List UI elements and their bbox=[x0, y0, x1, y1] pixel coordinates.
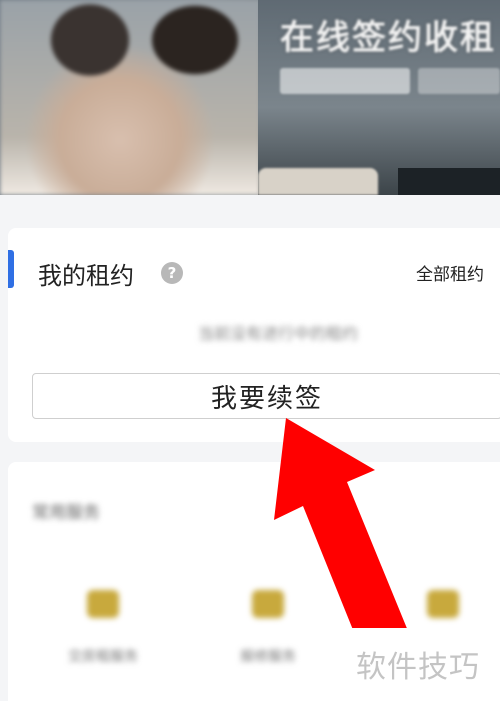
banner-photo bbox=[0, 0, 260, 195]
my-lease-card: 我的租约 ? 全部租约 当前没有进行中的租约 我要续签 bbox=[8, 228, 500, 442]
all-leases-link[interactable]: 全部租约 bbox=[416, 260, 484, 285]
question-circle-icon[interactable]: ? bbox=[161, 262, 183, 284]
section-accent-bar bbox=[8, 250, 14, 288]
service-label: 交房租服务 bbox=[68, 649, 138, 665]
banner-title: 在线签约收租 bbox=[280, 18, 496, 58]
my-lease-title: 我的租约 bbox=[38, 262, 134, 290]
watermark-text: 软件技巧 bbox=[356, 650, 480, 685]
renew-lease-button[interactable]: 我要续签 bbox=[32, 373, 500, 419]
service-label: 报修服务 bbox=[240, 649, 296, 665]
banner-subtitle bbox=[280, 68, 410, 94]
service-item[interactable]: 交房租服务 bbox=[58, 590, 148, 666]
wallet-icon bbox=[87, 590, 119, 618]
services-title: 常用服务 bbox=[32, 503, 100, 523]
service-item[interactable]: 报修服务 bbox=[223, 590, 313, 666]
banner-subtitle-tail bbox=[418, 68, 500, 94]
banner-sofa bbox=[258, 168, 378, 195]
empty-lease-hint: 当前没有进行中的租约 bbox=[197, 324, 358, 343]
wallet-icon bbox=[427, 590, 459, 618]
wallet-icon bbox=[252, 590, 284, 618]
banner-tv bbox=[398, 168, 500, 195]
top-banner[interactable]: 在线签约收租 bbox=[0, 0, 500, 195]
